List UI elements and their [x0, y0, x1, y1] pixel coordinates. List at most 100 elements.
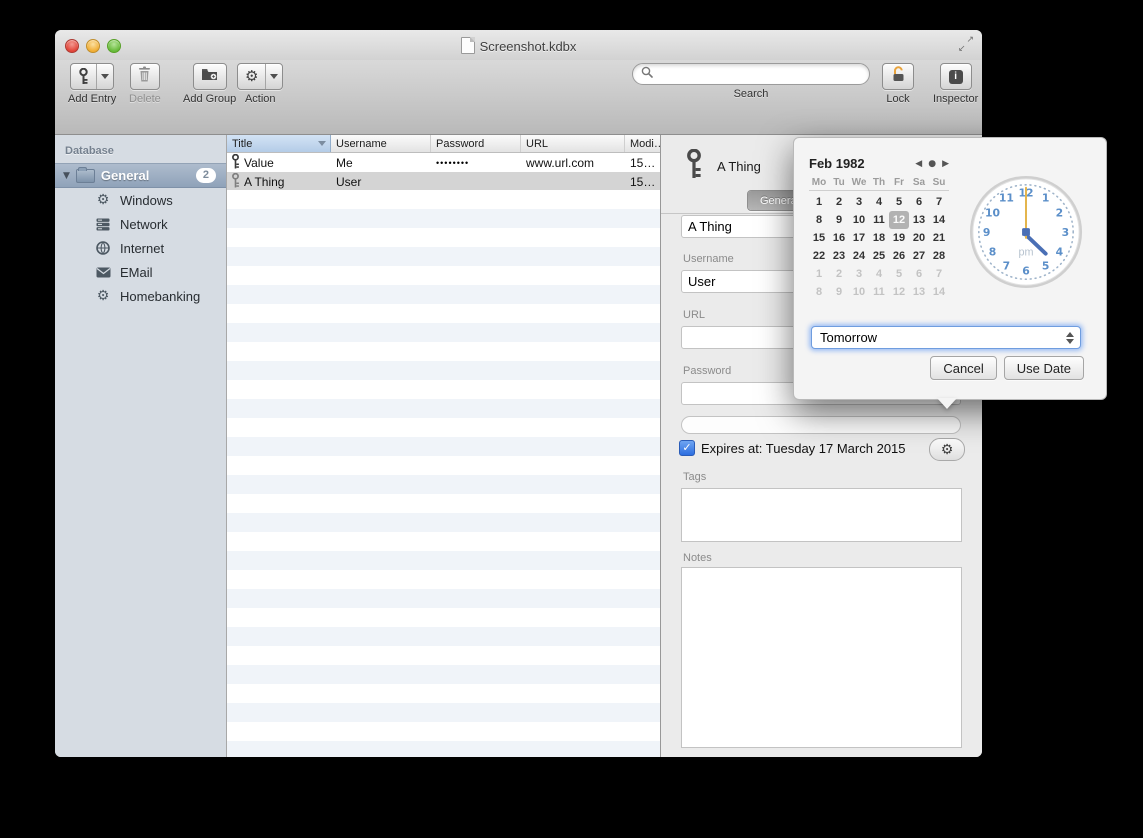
- entry-title: A Thing: [717, 159, 761, 174]
- calendar-day[interactable]: 2: [829, 265, 849, 283]
- calendar-day[interactable]: 7: [929, 265, 949, 283]
- fullscreen-icon[interactable]: ↗↙: [957, 36, 975, 54]
- sidebar-item-homebanking[interactable]: ⚙ Homebanking: [55, 284, 226, 308]
- calendar-day[interactable]: 25: [869, 247, 889, 265]
- calendar-day[interactable]: 8: [809, 283, 829, 301]
- calendar-day[interactable]: 9: [829, 283, 849, 301]
- calendar-grid: 1234567891011121314151617181920212223242…: [809, 193, 949, 301]
- sidebar-item-windows[interactable]: ⚙ Windows: [55, 188, 226, 212]
- cell-modified: 15…: [625, 156, 660, 170]
- calendar-day[interactable]: 14: [929, 211, 949, 229]
- calendar-day[interactable]: 13: [909, 211, 929, 229]
- search-input[interactable]: [658, 66, 852, 82]
- action-button[interactable]: ⚙: [237, 63, 283, 90]
- calendar-day[interactable]: 12: [889, 211, 909, 229]
- sidebar-item-label: Network: [120, 217, 168, 232]
- sidebar-item-internet[interactable]: Internet: [55, 236, 226, 260]
- entry-table: Title Username Password URL Modi… Value …: [227, 135, 661, 757]
- sidebar-item-email[interactable]: EMail: [55, 260, 226, 284]
- calendar-day[interactable]: 13: [909, 283, 929, 301]
- sidebar-item-label: EMail: [120, 265, 153, 280]
- cancel-button[interactable]: Cancel: [930, 356, 996, 380]
- chevron-down-icon[interactable]: [96, 64, 113, 89]
- clock-numeral: 4: [1056, 246, 1064, 259]
- column-header-url[interactable]: URL: [521, 135, 625, 152]
- calendar-day[interactable]: 6: [909, 193, 929, 211]
- action-label: Action: [237, 93, 283, 105]
- calendar-day[interactable]: 8: [809, 211, 829, 229]
- delete-button[interactable]: [130, 63, 160, 90]
- calendar-day[interactable]: 21: [929, 229, 949, 247]
- calendar-day[interactable]: 9: [829, 211, 849, 229]
- calendar-day[interactable]: 5: [889, 193, 909, 211]
- inspector-label: Inspector: [933, 93, 978, 105]
- disclosure-triangle-icon[interactable]: ▼: [63, 171, 70, 181]
- chevron-down-icon[interactable]: [265, 64, 282, 89]
- date-preset-select[interactable]: Tomorrow: [811, 326, 1081, 349]
- calendar-day[interactable]: 16: [829, 229, 849, 247]
- tags-label: Tags: [683, 471, 706, 483]
- add-entry-button[interactable]: [70, 63, 114, 90]
- notes-field[interactable]: [681, 567, 962, 748]
- column-header-username[interactable]: Username: [331, 135, 431, 152]
- sidebar: Database ▼ General 2 ⚙ Windows Network: [55, 135, 227, 757]
- calendar-day[interactable]: 28: [929, 247, 949, 265]
- calendar-day[interactable]: 17: [849, 229, 869, 247]
- password-repeat-field[interactable]: [681, 416, 961, 434]
- calendar-day[interactable]: 4: [869, 265, 889, 283]
- add-group-button[interactable]: [193, 63, 227, 90]
- calendar-day[interactable]: 1: [809, 193, 829, 211]
- calendar-day[interactable]: 1: [809, 265, 829, 283]
- expires-checkbox[interactable]: ✓: [679, 440, 695, 456]
- prev-month-button[interactable]: ◀: [915, 159, 922, 169]
- column-header-modified[interactable]: Modi…: [625, 135, 660, 152]
- calendar-day[interactable]: 3: [849, 265, 869, 283]
- clock-numeral: 9: [983, 226, 991, 239]
- inspector-button[interactable]: i: [940, 63, 972, 90]
- column-header-password[interactable]: Password: [431, 135, 521, 152]
- calendar-day[interactable]: 10: [849, 283, 869, 301]
- calendar-day[interactable]: 23: [829, 247, 849, 265]
- use-date-button[interactable]: Use Date: [1004, 356, 1084, 380]
- sidebar-group-general[interactable]: ▼ General 2: [55, 163, 226, 188]
- calendar-day[interactable]: 12: [889, 283, 909, 301]
- server-icon: [95, 216, 111, 232]
- desktop-background: Screenshot.kdbx ↗↙ Add Entry: [0, 0, 1143, 838]
- sidebar-section-header: Database: [55, 135, 226, 163]
- calendar-day[interactable]: 7: [929, 193, 949, 211]
- table-row-selected[interactable]: A Thing User 15…: [227, 172, 660, 191]
- lock-button[interactable]: [882, 63, 914, 90]
- clock-numeral: 7: [1003, 259, 1011, 272]
- calendar-day[interactable]: 15: [809, 229, 829, 247]
- entry-count-badge: 2: [196, 168, 216, 183]
- tags-field[interactable]: [681, 488, 962, 542]
- gear-icon: ⚙: [95, 288, 111, 304]
- password-label: Password: [683, 365, 731, 377]
- calendar-day[interactable]: 19: [889, 229, 909, 247]
- calendar-day[interactable]: 3: [849, 193, 869, 211]
- calendar-day[interactable]: 2: [829, 193, 849, 211]
- calendar-day[interactable]: 26: [889, 247, 909, 265]
- table-row[interactable]: Value Me •••••••• www.url.com 15…: [227, 153, 660, 172]
- calendar-day[interactable]: 24: [849, 247, 869, 265]
- column-header-title[interactable]: Title: [227, 135, 331, 152]
- calendar-day[interactable]: 5: [889, 265, 909, 283]
- document-icon: [461, 37, 475, 54]
- clock-numeral: 6: [1022, 264, 1030, 277]
- calendar-day[interactable]: 20: [909, 229, 929, 247]
- calendar-day[interactable]: 11: [869, 283, 889, 301]
- sidebar-item-network[interactable]: Network: [55, 212, 226, 236]
- calendar-day[interactable]: 4: [869, 193, 889, 211]
- expires-options-button[interactable]: ⚙: [929, 438, 965, 461]
- next-month-button[interactable]: ▶: [942, 159, 949, 169]
- calendar-day[interactable]: 11: [869, 211, 889, 229]
- calendar-day[interactable]: 22: [809, 247, 829, 265]
- calendar-day[interactable]: 10: [849, 211, 869, 229]
- today-button[interactable]: ●: [928, 159, 936, 169]
- calendar-day[interactable]: 6: [909, 265, 929, 283]
- calendar-day[interactable]: 27: [909, 247, 929, 265]
- search-field[interactable]: [632, 63, 870, 85]
- calendar-day[interactable]: 18: [869, 229, 889, 247]
- calendar-day[interactable]: 14: [929, 283, 949, 301]
- title-bar[interactable]: Screenshot.kdbx ↗↙: [55, 30, 982, 61]
